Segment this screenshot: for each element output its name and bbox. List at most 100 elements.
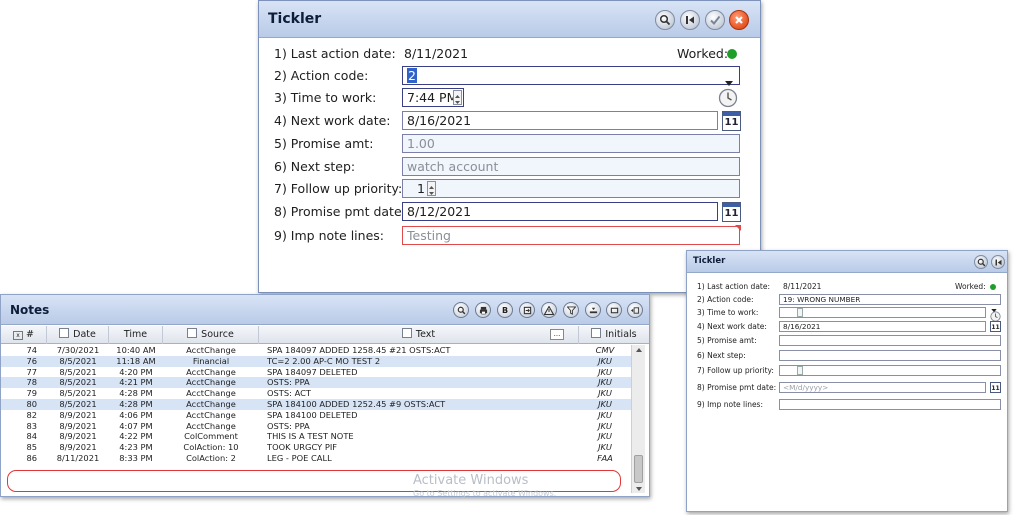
small-promise-pmt-input[interactable]: <M/d/yyyy> — [779, 382, 986, 393]
table-row[interactable]: 77 8/5/2021 4:20 PM AcctChange SPA 184097 DE… — [1, 367, 633, 378]
restore-window-icon[interactable] — [606, 302, 622, 318]
row-select-icon[interactable]: x — [13, 331, 24, 340]
row-text: OSTS: PPA — [267, 377, 310, 388]
next-step-label: 6) Next step: — [274, 159, 356, 174]
table-row[interactable]: 74 7/30/2021 10:40 AM AcctChange SPA 184097 … — [1, 345, 633, 356]
close-icon[interactable] — [729, 10, 749, 30]
bold-b-icon[interactable]: B — [497, 302, 513, 318]
imp-note-lines-value: Testing — [407, 228, 451, 243]
small-priority-input[interactable] — [779, 365, 1001, 376]
small-priority-spinner-icon[interactable] — [797, 366, 803, 375]
tickler-row-promise-pmt-date: 8) Promise pmt date: 8/12/2021 — [259, 202, 760, 222]
row-date: 7/30/2021 — [56, 345, 100, 355]
col-source-header[interactable]: Source — [163, 326, 259, 344]
row-text: SPA 184100 ADDED 1252.45 #9 OSTS:ACT — [267, 399, 446, 409]
notes-header: Notes B — [1, 295, 649, 325]
calendar-icon[interactable]: 11 — [722, 202, 741, 222]
small-action-code-select[interactable]: 19: WRONG NUMBER — [779, 294, 1001, 305]
initials-checkbox[interactable] — [591, 328, 602, 338]
promise-amt-label: 5) Promise amt: — [274, 136, 374, 151]
tickler-row-action-code: 2) Action code: 2 — [259, 66, 760, 86]
table-row[interactable]: 80 8/5/2021 4:28 PM AcctChange SPA 184100 AD… — [1, 399, 633, 410]
time-to-work-label: 3) Time to work: — [274, 90, 377, 105]
print-icon[interactable] — [475, 302, 491, 318]
row-text: SPA 184097 ADDED 1258.45 #21 OSTS:ACT — [267, 345, 451, 355]
promise-amt-input[interactable]: 1.00 — [402, 134, 740, 153]
small-next-work-label: 4) Next work date: — [697, 322, 767, 331]
filter-icon[interactable] — [563, 302, 579, 318]
text-checkbox[interactable] — [401, 328, 412, 338]
row-source: ColAction: 10 — [183, 442, 239, 453]
small-promise-pmt-label: 8) Promise pmt date: — [697, 383, 777, 392]
col-initials-header[interactable]: Initials — [579, 326, 649, 344]
scroll-up-icon[interactable] — [634, 346, 644, 354]
time-spinner-icon[interactable] — [453, 90, 462, 105]
calendar-icon[interactable]: 11 — [990, 321, 1001, 332]
check-icon[interactable] — [705, 10, 725, 30]
priority-spinner-icon[interactable] — [427, 181, 436, 196]
table-row[interactable]: 84 8/9/2021 4:22 PM ColComment THIS IS A TES… — [1, 431, 633, 442]
col-text-header[interactable]: Text ... — [259, 326, 579, 344]
small-row-priority: 7) Follow up priority: — [687, 365, 1007, 377]
calendar-icon[interactable]: 11 — [722, 111, 741, 131]
search-icon[interactable] — [453, 302, 469, 318]
pin-panel-icon[interactable] — [991, 255, 1005, 269]
expand-panel-icon[interactable] — [627, 302, 643, 318]
next-work-date-input[interactable]: 8/16/2021 — [402, 111, 718, 130]
vertical-scrollbar[interactable] — [631, 345, 645, 493]
row-time: 4:28 PM — [119, 399, 153, 409]
small-next-step-input[interactable] — [779, 350, 1001, 361]
scroll-down-icon[interactable] — [634, 485, 644, 493]
small-promise-amt-input[interactable] — [779, 335, 1001, 346]
row-initials: JKU — [598, 442, 612, 453]
table-row[interactable]: 79 8/5/2021 4:28 PM AcctChange OSTS: ACT JKU — [1, 388, 633, 399]
table-row[interactable]: 85 8/9/2021 4:23 PM ColAction: 10 TOOK URGCY… — [1, 442, 633, 453]
row-text: OSTS: ACT — [267, 388, 311, 399]
row-source: AcctChange — [186, 388, 236, 399]
promise-pmt-date-input[interactable]: 8/12/2021 — [402, 202, 718, 221]
row-initials: JKU — [598, 355, 612, 366]
table-row[interactable]: 78 8/5/2021 4:21 PM AcctChange OSTS: PPA JKU — [1, 377, 633, 389]
tickler-small-window: Tickler 1) Last action date: 8/11/2021 W… — [686, 250, 1008, 512]
search-icon[interactable] — [974, 255, 988, 269]
table-row[interactable]: 82 8/9/2021 4:06 PM AcctChange SPA 184100 DE… — [1, 410, 633, 421]
small-imp-note-label: 9) Imp note lines: — [697, 400, 763, 409]
table-row[interactable]: 86 8/11/2021 8:33 PM ColAction: 2 LEG - POE … — [1, 453, 633, 464]
col-time-header[interactable]: Time — [109, 326, 163, 344]
scrollbar-thumb[interactable] — [634, 455, 643, 483]
row-time: 4:23 PM — [119, 442, 153, 453]
table-row[interactable]: 76 8/5/2021 11:18 AM Financial TC=2 2.00 AP-… — [1, 355, 633, 367]
col-text-label: Text — [415, 329, 436, 340]
imp-note-lines-input[interactable]: Testing — [402, 226, 740, 245]
row-date: 8/9/2021 — [59, 431, 97, 442]
collapse-icon[interactable] — [585, 302, 601, 318]
date-checkbox[interactable] — [59, 328, 70, 338]
row-date: 8/5/2021 — [59, 355, 97, 366]
text-more-button[interactable]: ... — [550, 329, 564, 340]
search-icon[interactable] — [655, 10, 675, 30]
small-next-work-input[interactable]: 8/16/2021 — [779, 321, 986, 332]
small-time-spinner-icon[interactable] — [797, 308, 803, 317]
row-number: 74 — [26, 345, 37, 355]
follow-up-priority-input[interactable]: 1 — [402, 179, 740, 198]
export-icon[interactable] — [519, 302, 535, 318]
promise-amt-value: 1.00 — [407, 136, 435, 151]
col-num-header[interactable]: x # — [1, 326, 47, 344]
next-step-input[interactable]: watch account — [402, 157, 740, 176]
small-time-label: 3) Time to work: — [697, 308, 759, 317]
source-checkbox[interactable] — [187, 328, 198, 338]
pin-panel-icon[interactable] — [680, 10, 700, 30]
calendar-icon[interactable]: 11 — [990, 382, 1001, 393]
tickler-row-last-action: 1) Last action date: 8/11/2021 Worked: — [259, 44, 760, 64]
table-row[interactable]: 83 8/9/2021 4:07 PM AcctChange OSTS: PPA JKU — [1, 421, 633, 432]
small-row-last-action: 1) Last action date: 8/11/2021 Worked: — [687, 281, 1007, 293]
small-time-input[interactable] — [779, 307, 986, 318]
clock-icon[interactable] — [718, 88, 738, 112]
warning-icon[interactable] — [541, 302, 557, 318]
activate-windows-subtext: Go to Settings to activate Windows. — [413, 489, 557, 498]
action-code-select[interactable]: 2 — [402, 66, 740, 85]
tickler-row-time: 3) Time to work: 7:44 PM — [259, 88, 760, 108]
row-number: 76 — [26, 355, 37, 366]
col-date-header[interactable]: Date — [47, 326, 109, 344]
small-imp-note-input[interactable] — [779, 399, 1001, 410]
